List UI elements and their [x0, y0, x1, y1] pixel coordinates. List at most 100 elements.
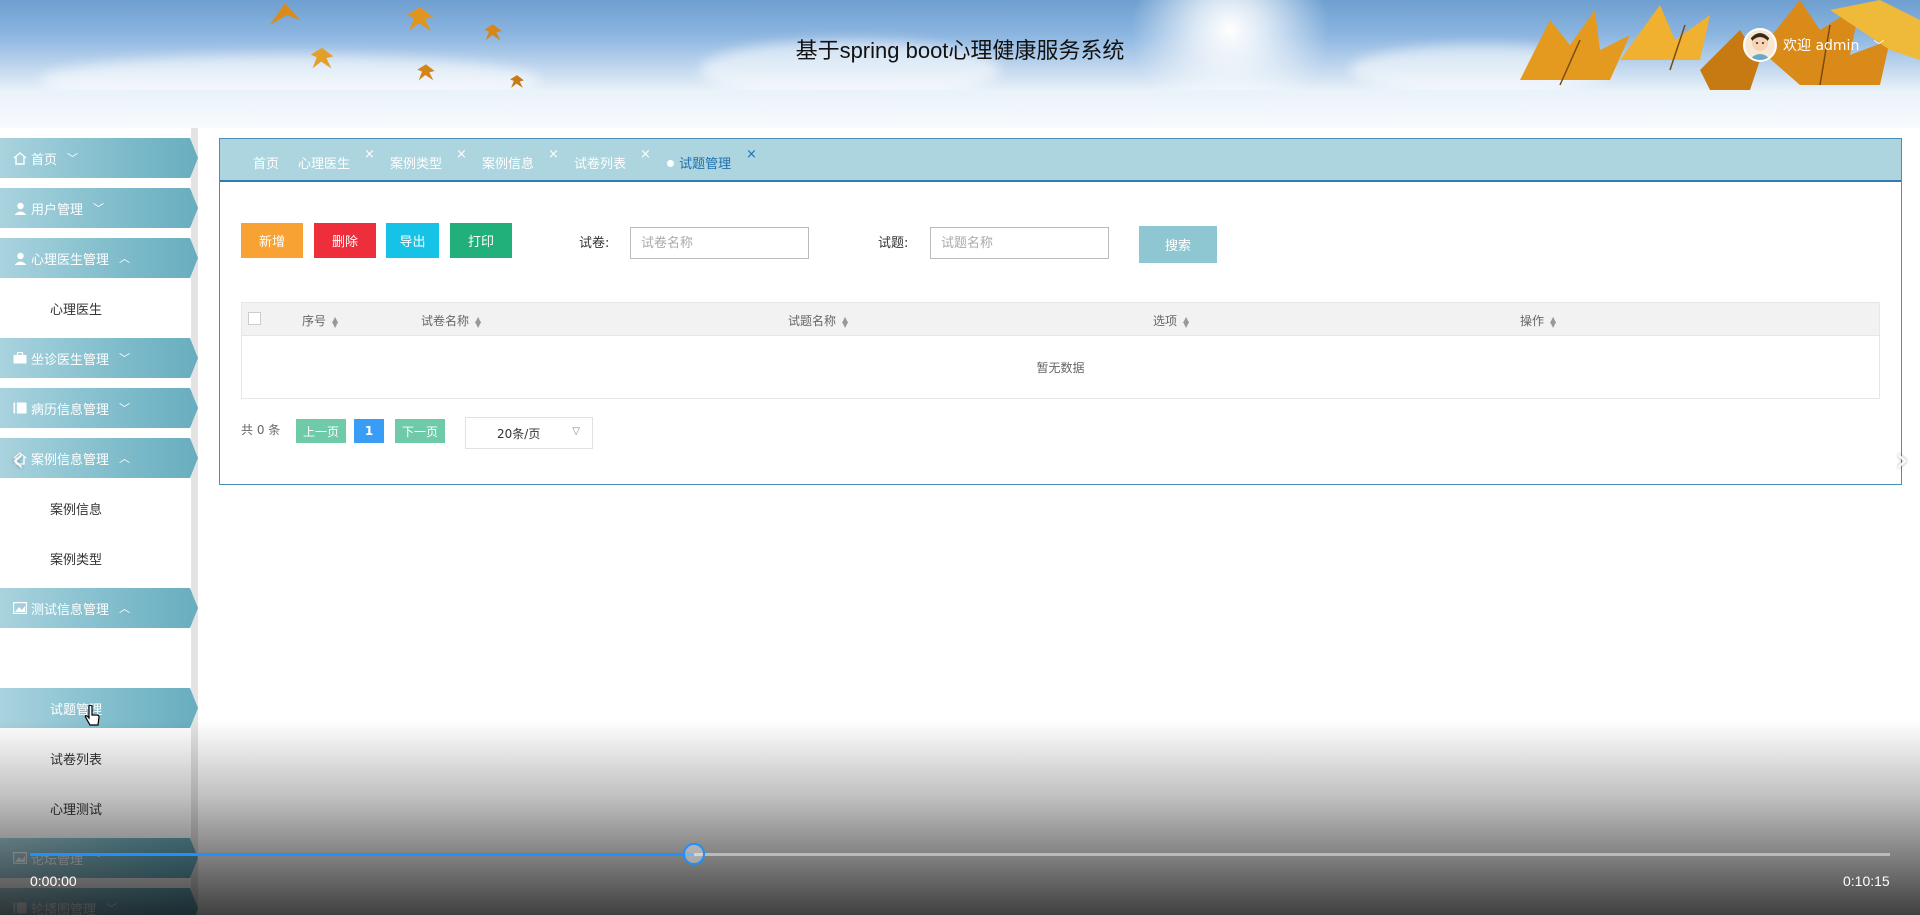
tab-label: 心理医生: [298, 157, 351, 172]
sidebar-subitem-case-type[interactable]: 案例类型: [0, 538, 198, 578]
chevron-down-icon: ﹀: [119, 352, 131, 365]
sort-icon[interactable]: ▲ ▼: [842, 315, 848, 328]
chevron-down-icon[interactable]: ﹀: [1873, 37, 1884, 53]
tab-label: 首页: [253, 157, 280, 172]
leaf-decoration: [417, 64, 435, 81]
column-header-paper-name[interactable]: 试卷名称 ▲ ▼: [421, 312, 481, 329]
tab-case-type[interactable]: 案例类型 ×: [390, 147, 467, 172]
sidebar-subitem-paper-list[interactable]: 试卷列表: [0, 738, 198, 778]
sidebar-item-label: 心理医生管理: [31, 252, 110, 268]
header-banner: 基于spring boot心理健康服务系统 欢迎 admin ﹀: [0, 0, 1920, 90]
tab-label: 试卷列表: [574, 157, 627, 172]
tab-case-info[interactable]: 案例信息 ×: [482, 147, 559, 172]
question-table: 序号 ▲ ▼ 试卷名称 ▲ ▼ 试题名称 ▲ ▼ 选项 ▲ ▼ 操作 ▲ ▼ 暂无数据: [241, 302, 1880, 399]
chevron-down-icon: ﹀: [106, 902, 118, 915]
sidebar-item-home[interactable]: 首页 ﹀: [0, 138, 198, 178]
page: 基于spring boot心理健康服务系统 欢迎 admin ﹀ 首页 ﹀ 用户…: [0, 0, 1920, 915]
print-button[interactable]: 打印: [450, 223, 512, 258]
question-label: 试题:: [878, 236, 909, 251]
prev-page-button[interactable]: 上一页: [296, 419, 346, 443]
sidebar-item-label: 首页: [31, 152, 58, 168]
sort-icon[interactable]: ▲ ▼: [1183, 315, 1189, 328]
image-icon: [12, 852, 28, 864]
user-icon: [12, 252, 28, 265]
content-panel: 首页 心理医生 × 案例类型 × 案例信息 × 试卷列表 × 试题管理 × 新增…: [219, 138, 1902, 485]
column-header-index[interactable]: 序号 ▲ ▼: [302, 312, 338, 329]
close-icon[interactable]: ×: [456, 147, 467, 162]
table-header: 序号 ▲ ▼ 试卷名称 ▲ ▼ 试题名称 ▲ ▼ 选项 ▲ ▼ 操作 ▲ ▼: [242, 303, 1879, 336]
avatar[interactable]: [1743, 28, 1777, 62]
leaf-decoration: [270, 3, 300, 25]
chevron-down-icon: ﹀: [67, 152, 79, 165]
sidebar-item-forum-management[interactable]: 论坛管理 ﹀: [0, 838, 198, 878]
tab-psych-doctor[interactable]: 心理医生 ×: [298, 147, 375, 172]
avatar-icon: [1749, 33, 1771, 60]
paper-name-input[interactable]: [630, 227, 809, 259]
close-icon[interactable]: ×: [364, 147, 375, 162]
delete-button[interactable]: 删除: [314, 223, 376, 258]
sidebar: 首页 ﹀ 用户管理 ﹀ 心理医生管理 ︿ 心理医生 坐诊医生管理 ﹀ 病历信息管…: [0, 128, 198, 915]
header-subbar: [0, 90, 1920, 128]
next-page-button[interactable]: 下一页: [395, 419, 445, 443]
sort-icon[interactable]: ▲ ▼: [332, 315, 338, 328]
column-header-label: 试题名称: [788, 314, 837, 328]
sort-icon[interactable]: ▲ ▼: [475, 315, 481, 328]
sidebar-item-label: 坐诊医生管理: [31, 352, 110, 368]
sidebar-item-label: 用户管理: [31, 202, 84, 218]
home-icon: [12, 151, 28, 165]
sidebar-item-medical-record-management[interactable]: 病历信息管理 ﹀: [0, 388, 198, 428]
welcome-text[interactable]: 欢迎 admin: [1783, 35, 1859, 55]
page-number-button[interactable]: 1: [354, 419, 384, 443]
close-icon[interactable]: ×: [640, 147, 651, 162]
question-name-input[interactable]: [930, 227, 1109, 259]
next-arrow-icon[interactable]: ›: [1890, 440, 1914, 480]
add-button[interactable]: 新增: [241, 223, 303, 258]
column-header-label: 试卷名称: [421, 314, 470, 328]
sidebar-item-label: 病历信息管理: [31, 402, 110, 418]
user-icon: [12, 202, 28, 215]
chevron-down-icon: ﹀: [119, 402, 131, 415]
tab-paper-list[interactable]: 试卷列表 ×: [574, 147, 651, 172]
sidebar-item-test-info-management[interactable]: 测试信息管理 ︿: [0, 588, 198, 628]
tab-label: 案例信息: [482, 157, 535, 172]
page-size-select[interactable]: 20条/页 ▽: [465, 417, 593, 449]
image-icon: [12, 602, 28, 614]
user-menu[interactable]: 欢迎 admin ﹀: [1743, 28, 1884, 62]
sidebar-subitem-psych-test[interactable]: 心理测试: [0, 788, 198, 828]
sidebar-item-psych-doctor-management[interactable]: 心理医生管理 ︿: [0, 238, 198, 278]
chevron-down-icon: ▽: [572, 426, 580, 437]
paper-label: 试卷:: [579, 236, 610, 251]
column-header-actions[interactable]: 操作 ▲ ▼: [1520, 312, 1556, 329]
briefcase-icon: [12, 352, 28, 364]
prev-arrow-icon[interactable]: ‹: [6, 440, 30, 480]
sidebar-item-carousel-management[interactable]: 轮播图管理 ﹀: [0, 888, 198, 915]
video-controls-shade: [0, 720, 1920, 915]
leaf-decoration: [510, 75, 524, 88]
tab-label: 试题管理: [679, 157, 732, 172]
export-button[interactable]: 导出: [386, 223, 439, 258]
select-all-checkbox[interactable]: [248, 312, 261, 325]
pager-total: 共 0 条: [241, 423, 281, 437]
sidebar-item-user-management[interactable]: 用户管理 ﹀: [0, 188, 198, 228]
close-icon[interactable]: ×: [548, 147, 559, 162]
column-header-question-name[interactable]: 试题名称 ▲ ▼: [788, 312, 848, 329]
book-icon: [12, 402, 28, 414]
video-seek-thumb[interactable]: [683, 843, 706, 865]
sidebar-item-label: 轮播图管理: [31, 902, 97, 915]
sidebar-item-label: 案例信息管理: [31, 452, 110, 468]
hand-cursor-icon: [84, 705, 100, 726]
sidebar-subitem-psych-doctor[interactable]: 心理医生: [0, 288, 198, 328]
tab-home[interactable]: 首页: [253, 153, 280, 172]
sidebar-subitem-case-info[interactable]: 案例信息: [0, 488, 198, 528]
search-button[interactable]: 搜索: [1139, 226, 1217, 263]
active-dot-icon: [667, 160, 674, 167]
sort-icon[interactable]: ▲ ▼: [1550, 315, 1556, 328]
tab-bar: 首页 心理医生 × 案例类型 × 案例信息 × 试卷列表 × 试题管理 ×: [220, 139, 1901, 182]
sidebar-item-attending-doctor-management[interactable]: 坐诊医生管理 ﹀: [0, 338, 198, 378]
column-header-options[interactable]: 选项 ▲ ▼: [1153, 312, 1189, 329]
sidebar-item-label: 论坛管理: [31, 852, 84, 868]
column-header-label: 序号: [302, 314, 327, 328]
close-icon[interactable]: ×: [746, 147, 757, 162]
sidebar-item-label: 测试信息管理: [31, 602, 110, 618]
tab-question-management[interactable]: 试题管理 ×: [667, 147, 757, 172]
